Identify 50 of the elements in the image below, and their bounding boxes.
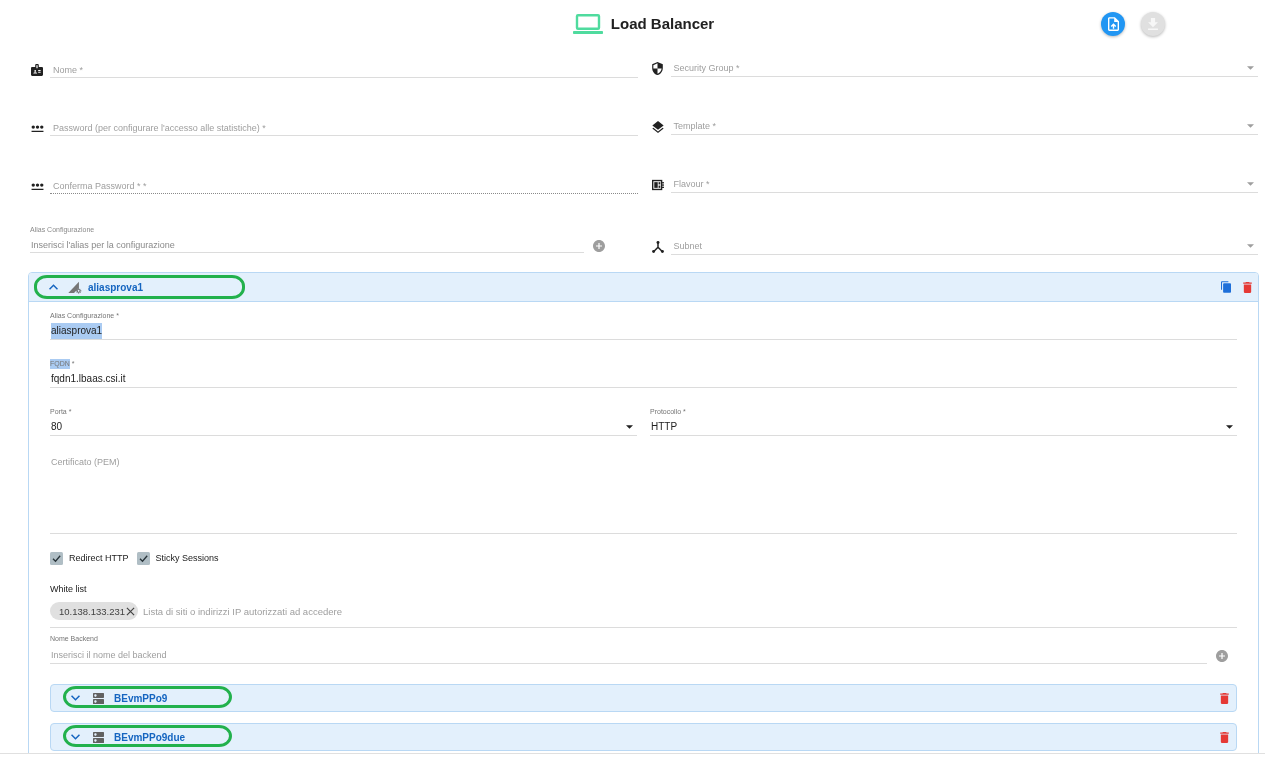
fqdn-input[interactable]: fqdn1.lbaas.csi.it <box>50 371 1237 388</box>
layers-icon <box>651 120 664 133</box>
backend-title: BEvmPPo9 <box>114 692 168 704</box>
trash-icon[interactable] <box>1220 731 1229 743</box>
backend-panel-header[interactable]: BEvmPPo9due <box>50 723 1237 751</box>
backend-name-input[interactable]: Inserisci il nome del backend <box>50 647 1207 664</box>
section-label: White list <box>50 584 87 594</box>
upload-button[interactable] <box>1101 11 1125 36</box>
circuit-board-icon <box>651 178 664 191</box>
alias-input[interactable]: aliasprova1 <box>50 323 1237 340</box>
checkbox[interactable] <box>136 551 150 565</box>
copy-icon[interactable] <box>1221 281 1231 293</box>
checkbox[interactable] <box>50 551 63 565</box>
backend-title: BEvmPPo9due <box>114 731 186 743</box>
shield-icon <box>652 62 663 75</box>
text-field[interactable]: Nome * <box>50 62 638 78</box>
dropdown-field[interactable]: Subnet <box>670 238 1258 255</box>
backend-panel-header[interactable]: BEvmPPo9 <box>50 684 1237 712</box>
port-select[interactable]: 80 <box>50 419 637 436</box>
trash-icon[interactable] <box>1243 281 1252 293</box>
caret-down-icon[interactable] <box>1226 425 1233 429</box>
chevron-up-icon[interactable] <box>49 284 58 290</box>
dots-underline-icon <box>30 182 44 190</box>
network-hub-icon <box>651 240 664 253</box>
file-upload-icon[interactable] <box>1107 16 1119 31</box>
dropdown-field[interactable]: Flavour * <box>670 176 1258 193</box>
dropdown-field[interactable]: Template * <box>670 118 1258 135</box>
dropdown-field[interactable]: Security Group * <box>670 60 1258 77</box>
server-icon <box>93 731 104 743</box>
id-badge-icon <box>31 64 43 76</box>
alias-input[interactable]: Inserisci l'alias per la configurazione <box>30 238 584 253</box>
close-icon[interactable] <box>126 606 136 616</box>
checkbox-label[interactable]: Redirect HTTP <box>69 553 129 563</box>
whitelist-field[interactable]: 10.138.133.231 Lista di siti o indirizzi IP autorizzati ad accedere <box>50 602 1237 628</box>
alias-panel-header[interactable]: aliasprova1 <box>29 273 1258 302</box>
server-icon <box>93 692 104 704</box>
certificate-textarea[interactable]: Certificato (PEM) <box>50 454 1237 534</box>
trash-icon[interactable] <box>1220 692 1229 704</box>
chevron-down-icon[interactable] <box>71 734 80 740</box>
protocol-select[interactable]: HTTP <box>650 419 1237 436</box>
ip-chip[interactable]: 10.138.133.231 <box>50 602 139 620</box>
laptop-icon <box>572 13 603 34</box>
chevron-down-icon[interactable] <box>71 695 80 701</box>
password-field[interactable]: Password (per configurare l'accesso alle statistiche) * <box>50 120 638 136</box>
panel-title: aliasprova1 <box>88 281 144 293</box>
caret-down-icon[interactable] <box>626 425 633 429</box>
triangle-gear-icon <box>68 280 82 294</box>
page-title: Load Balancer <box>610 15 715 32</box>
checkbox-label[interactable]: Sticky Sessions <box>155 553 219 563</box>
dots-underline-icon <box>30 124 44 132</box>
